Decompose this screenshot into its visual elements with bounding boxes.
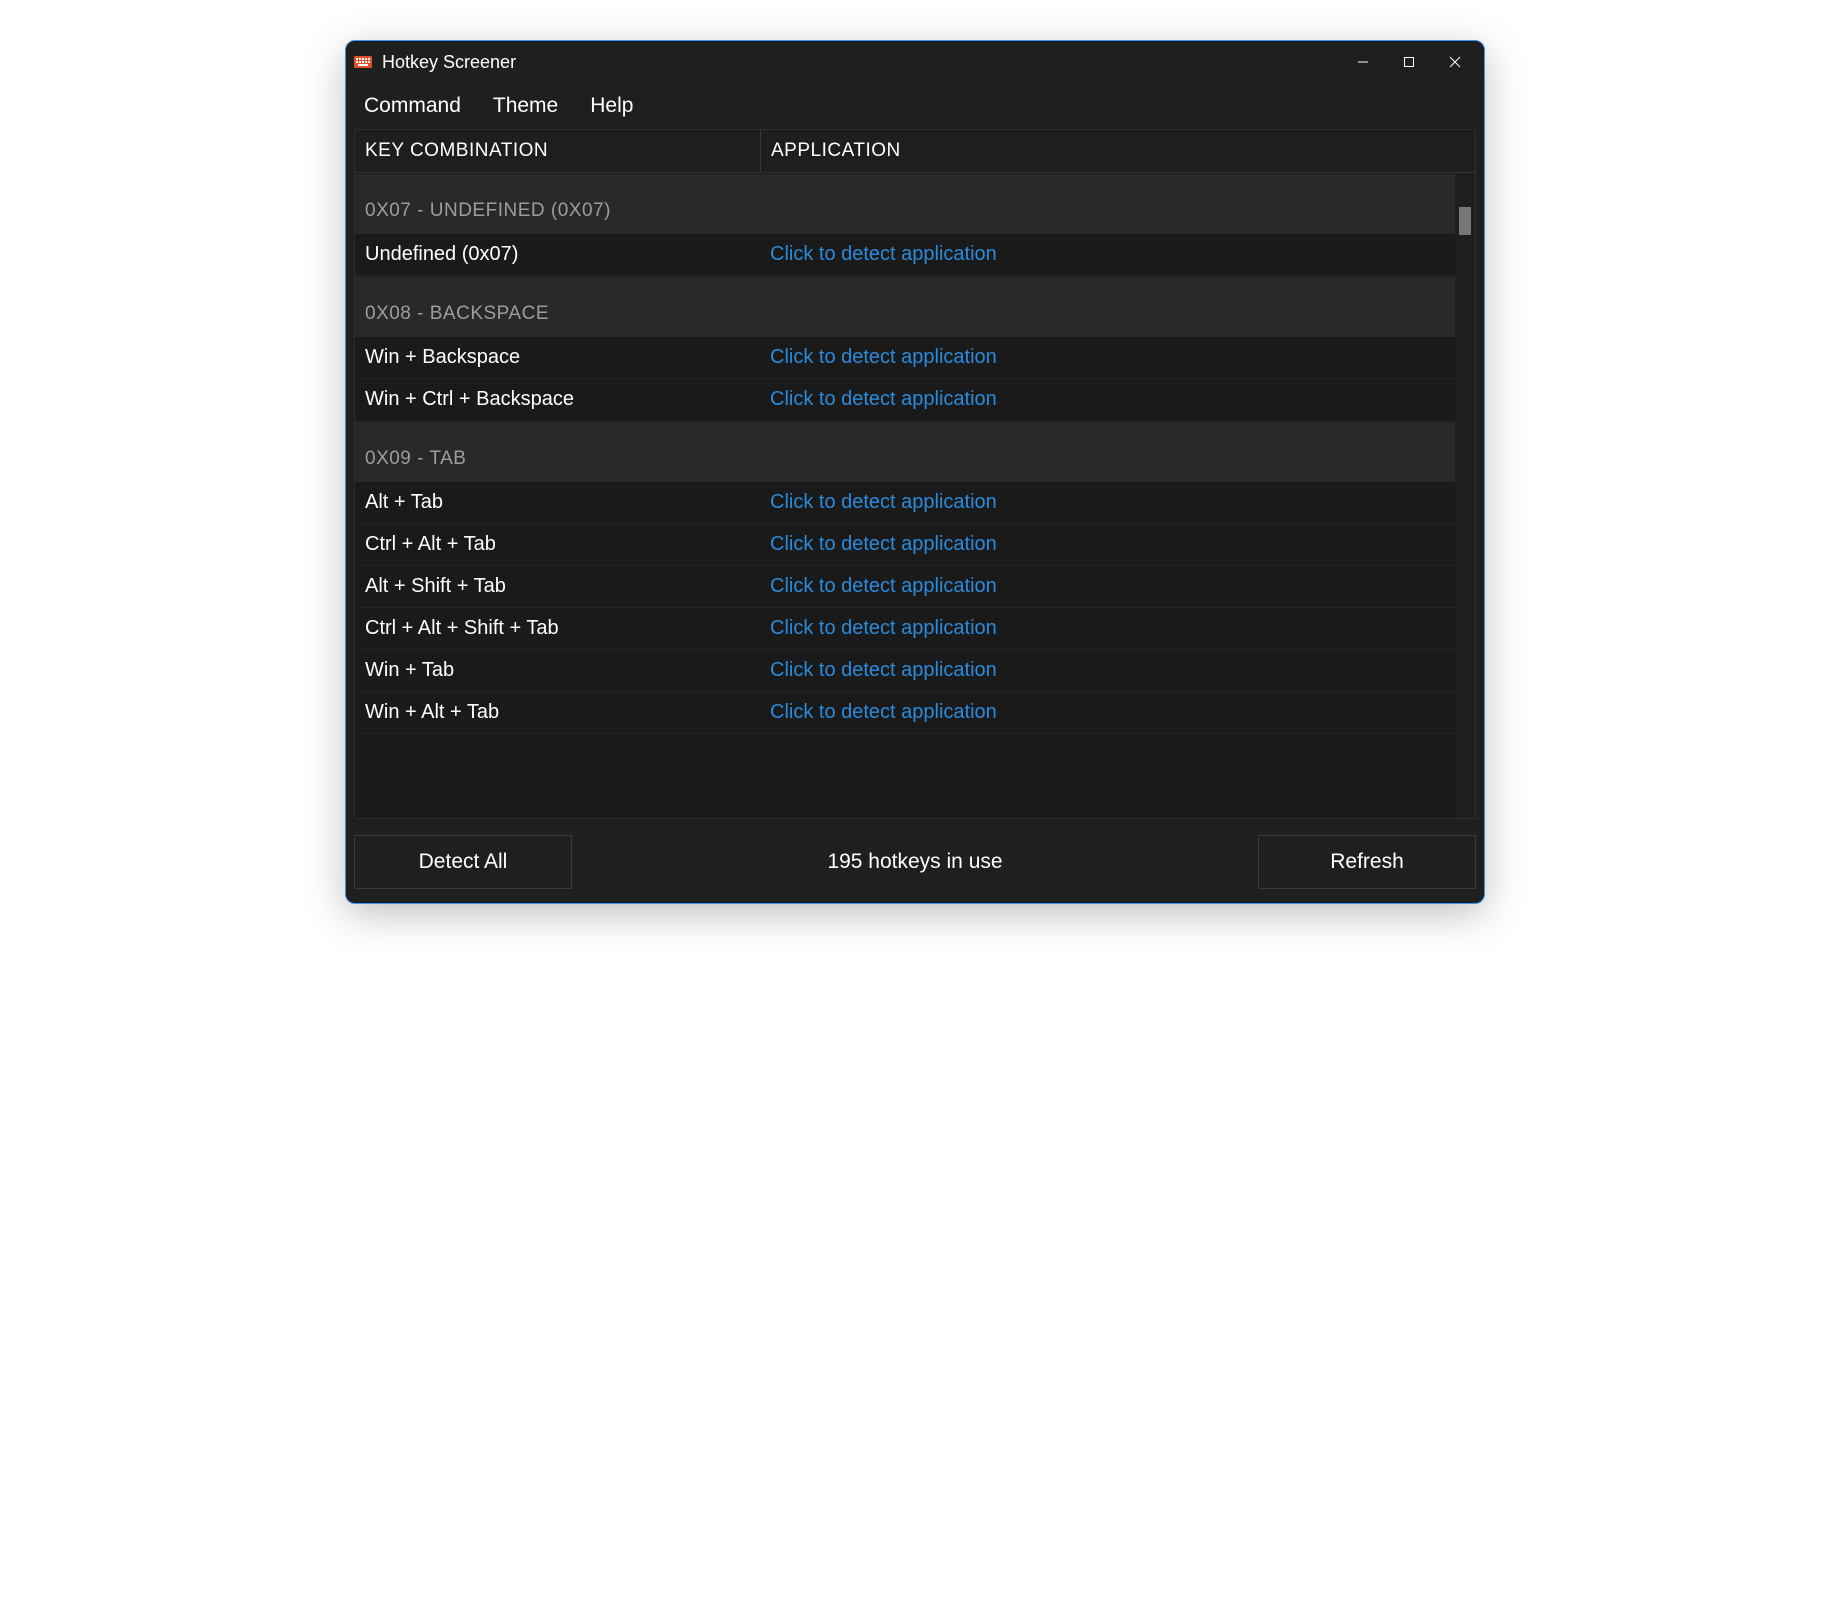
scrollbar-thumb[interactable] [1459,207,1471,235]
key-combination: Ctrl + Alt + Shift + Tab [355,608,760,649]
refresh-button[interactable]: Refresh [1258,835,1476,889]
table-row: Win + Ctrl + BackspaceClick to detect ap… [355,379,1455,421]
titlebar: Hotkey Screener [346,41,1484,83]
group-header: 0X09 - TAB [355,421,1455,482]
key-combination: Undefined (0x07) [355,234,760,275]
column-app[interactable]: APPLICATION [760,130,1455,172]
detect-application-link[interactable]: Click to detect application [760,566,1455,607]
footer: Detect All 195 hotkeys in use Refresh [346,819,1484,903]
group-header: 0X07 - UNDEFINED (0X07) [355,173,1455,234]
menu-command[interactable]: Command [350,88,475,124]
detect-application-link[interactable]: Click to detect application [760,608,1455,649]
detect-all-button[interactable]: Detect All [354,835,572,889]
menu-theme[interactable]: Theme [479,88,572,124]
group-header: 0X08 - BACKSPACE [355,276,1455,337]
keyboard-icon [354,54,372,70]
table-row: Alt + TabClick to detect application [355,482,1455,524]
table-row: Win + TabClick to detect application [355,650,1455,692]
key-combination: Alt + Tab [355,482,760,523]
detect-application-link[interactable]: Click to detect application [760,234,1455,275]
column-key[interactable]: KEY COMBINATION [355,130,760,172]
detect-application-link[interactable]: Click to detect application [760,692,1455,733]
table-row: Ctrl + Alt + TabClick to detect applicat… [355,524,1455,566]
key-combination: Alt + Shift + Tab [355,566,760,607]
detect-application-link[interactable]: Click to detect application [760,650,1455,691]
table-row: Win + Alt + TabClick to detect applicati… [355,692,1455,734]
minimize-button[interactable] [1340,46,1386,78]
status-text: 195 hotkeys in use [572,850,1258,874]
table-row: Undefined (0x07)Click to detect applicat… [355,234,1455,276]
scrollbar[interactable] [1455,173,1475,818]
key-combination: Win + Ctrl + Backspace [355,379,760,420]
key-combination: Ctrl + Alt + Tab [355,524,760,565]
table-row: Ctrl + Alt + Shift + TabClick to detect … [355,608,1455,650]
app-window: Hotkey Screener Command Theme Help KEY C… [345,40,1485,904]
hotkey-table: KEY COMBINATION APPLICATION 0X07 - UNDEF… [354,129,1476,819]
key-combination: Win + Backspace [355,337,760,378]
table-row: Alt + Shift + TabClick to detect applica… [355,566,1455,608]
table-row: Win + BackspaceClick to detect applicati… [355,337,1455,379]
table-header: KEY COMBINATION APPLICATION [355,130,1475,173]
detect-application-link[interactable]: Click to detect application [760,482,1455,523]
menu-help[interactable]: Help [576,88,647,124]
key-combination: Win + Alt + Tab [355,692,760,733]
window-title: Hotkey Screener [382,52,1340,73]
detect-application-link[interactable]: Click to detect application [760,337,1455,378]
close-button[interactable] [1432,46,1478,78]
key-combination: Win + Tab [355,650,760,691]
detect-application-link[interactable]: Click to detect application [760,524,1455,565]
table-body: 0X07 - UNDEFINED (0X07)Undefined (0x07)C… [355,173,1455,818]
menubar: Command Theme Help [346,83,1484,129]
maximize-button[interactable] [1386,46,1432,78]
detect-application-link[interactable]: Click to detect application [760,379,1455,420]
